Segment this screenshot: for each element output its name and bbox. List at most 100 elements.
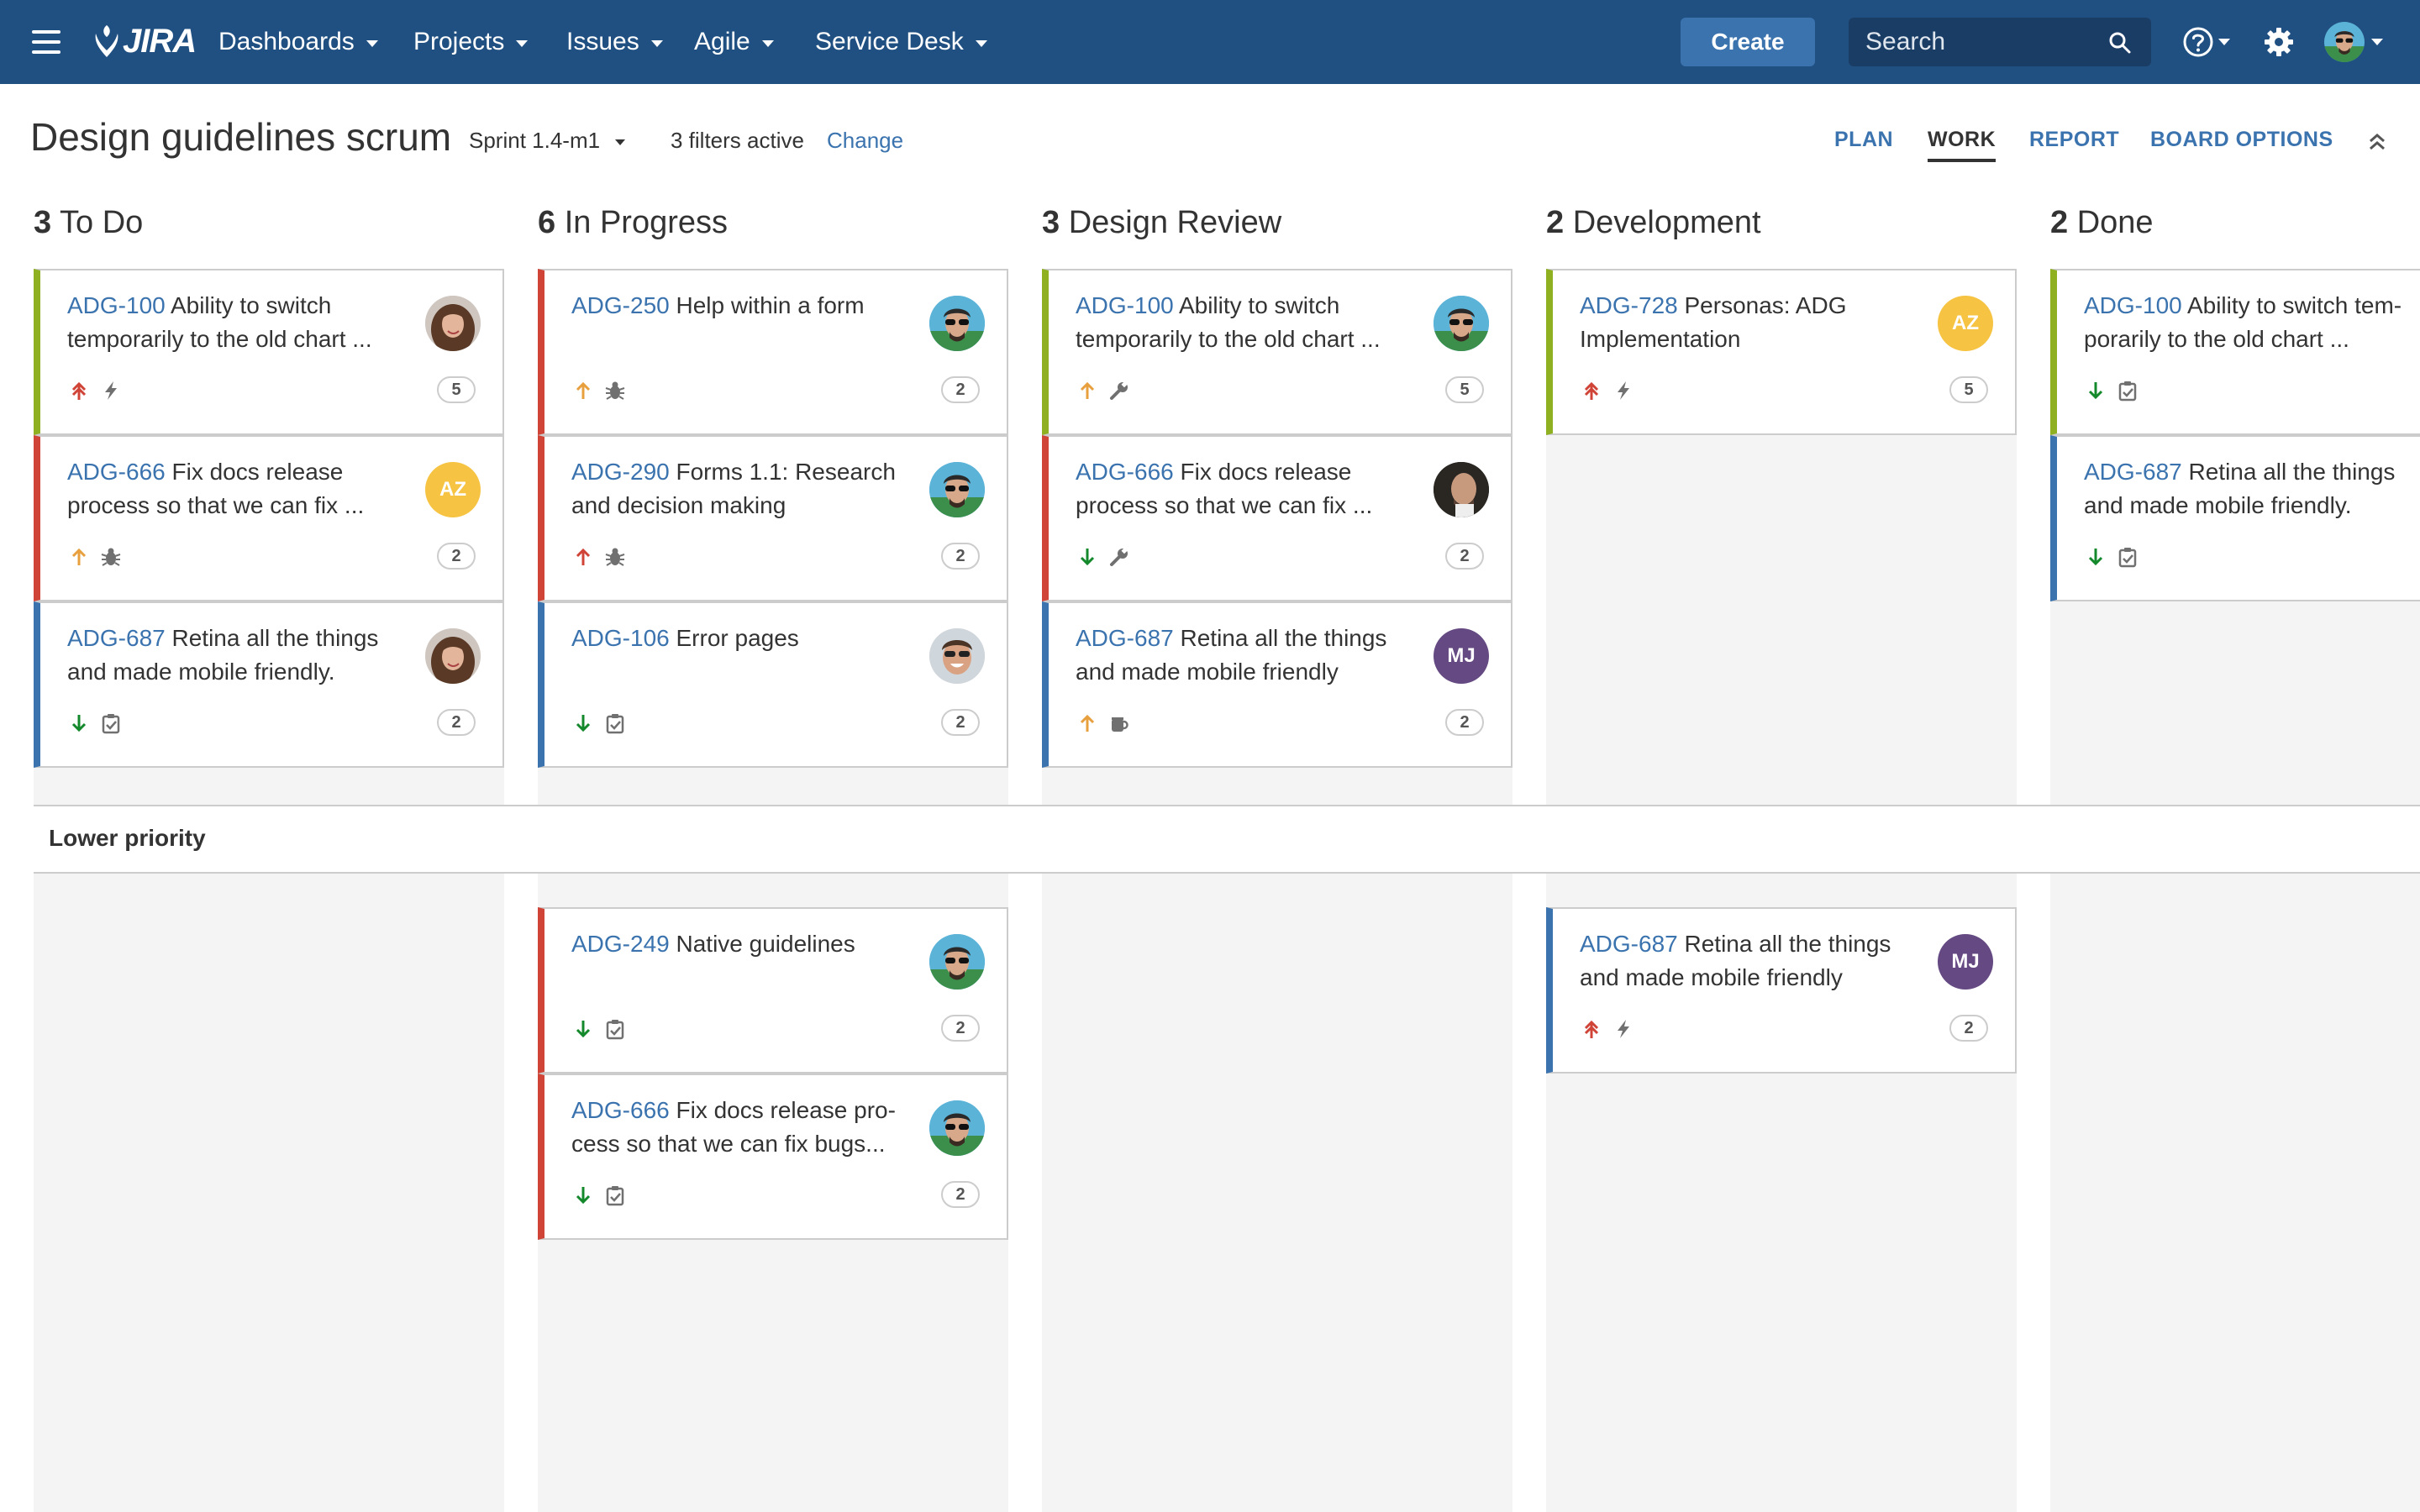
avatar-photo-man-sunglasses[interactable]	[929, 296, 985, 351]
jira-logo[interactable]: JIRA	[92, 20, 197, 62]
bug-icon	[605, 381, 625, 400]
issue-summary-text: ADG-250 Help within a form	[571, 289, 908, 323]
priority-low-icon	[2088, 549, 2103, 566]
avatar-photo-man-sunglasses[interactable]	[929, 462, 985, 517]
avatar-photo-man-sunglasses[interactable]	[929, 1100, 985, 1156]
lightning-icon	[1618, 1020, 1629, 1038]
chevron-down-icon[interactable]	[2371, 39, 2383, 45]
chevron-down-icon	[975, 40, 987, 47]
avatar-photo-man-smiling[interactable]	[929, 628, 985, 684]
gear-icon[interactable]	[2262, 25, 2296, 59]
issue-card[interactable]: ADG-687 Retina all the things and made m…	[2050, 435, 2420, 601]
issue-icons	[571, 1183, 635, 1208]
avatar-initials-az[interactable]: AZ	[425, 462, 481, 517]
tab-report[interactable]: REPORT	[2029, 128, 2119, 152]
story-points-badge: 2	[1445, 709, 1484, 736]
lightning-icon	[1618, 381, 1629, 400]
column-count: 3	[34, 205, 52, 240]
issue-summary-text: ADG-728 Personas: ADG Implementation	[1580, 289, 1916, 356]
menu-icon[interactable]	[32, 30, 60, 54]
user-avatar[interactable]	[2324, 22, 2365, 62]
avatar-initials-mj[interactable]: MJ	[1434, 628, 1489, 684]
issue-key-link[interactable]: ADG-687	[1580, 931, 1678, 957]
story-points-badge: 2	[941, 1181, 980, 1208]
issue-key-link[interactable]: ADG-106	[571, 625, 670, 651]
issue-card[interactable]: ADG-106 Error pages 2	[538, 601, 1008, 768]
issue-key-link[interactable]: ADG-666	[1076, 459, 1174, 485]
issue-card[interactable]: ADG-687 Retina all the things and made m…	[34, 601, 504, 768]
search-input[interactable]	[1849, 18, 2101, 66]
issue-summary-text: ADG-249 Native guidelines	[571, 927, 908, 961]
issue-card[interactable]: ADG-100 Ability to switch tem-porarily t…	[2050, 269, 2420, 435]
column-count: 3	[1042, 205, 1060, 240]
nav-issues[interactable]: Issues	[566, 24, 663, 60]
issue-summary: Error pages	[669, 625, 799, 651]
issue-icons	[67, 544, 131, 570]
column-header-done: 2 Done	[2050, 205, 2154, 241]
issue-key-link[interactable]: ADG-728	[1580, 292, 1678, 318]
issue-card[interactable]: ADG-100 Ability to switch temporarily to…	[34, 269, 504, 435]
tab-board-options[interactable]: BOARD OPTIONS	[2150, 128, 2333, 152]
column-header-todo: 3 To Do	[34, 205, 143, 241]
help-icon[interactable]	[2181, 25, 2215, 59]
issue-icons	[1076, 544, 1139, 570]
issue-summary-text: ADG-290 Forms 1.1: Research and decision…	[571, 455, 908, 522]
user-avatar-photo	[2324, 22, 2365, 62]
search-icon[interactable]	[2107, 30, 2133, 55]
issue-key-link[interactable]: ADG-100	[67, 292, 166, 318]
issue-key-link[interactable]: ADG-249	[571, 931, 670, 957]
nav-service-desk[interactable]: Service Desk	[815, 24, 987, 60]
avatar-photo-woman[interactable]	[425, 628, 481, 684]
create-button[interactable]: Create	[1681, 18, 1815, 66]
issue-card[interactable]: ADG-666 Fix docs release process so that…	[34, 435, 504, 601]
issue-key-link[interactable]: ADG-250	[571, 292, 670, 318]
jira-logo-icon	[95, 25, 118, 57]
issue-key-link[interactable]: ADG-100	[1076, 292, 1174, 318]
task-icon	[102, 714, 120, 734]
collapse-icon[interactable]	[2366, 131, 2388, 153]
story-points-badge: 2	[941, 1015, 980, 1042]
bug-icon	[101, 548, 121, 566]
tab-plan[interactable]: PLAN	[1834, 128, 1893, 152]
change-filters-link[interactable]: Change	[827, 128, 903, 154]
avatar-photo-man-bald[interactable]	[1434, 462, 1489, 517]
issue-summary-text: ADG-666 Fix docs release pro-cess so tha…	[571, 1094, 908, 1161]
sprint-selector[interactable]: Sprint 1.4-m1	[469, 128, 626, 154]
nav-agile[interactable]: Agile	[694, 24, 774, 60]
issue-card[interactable]: ADG-290 Forms 1.1: Research and decision…	[538, 435, 1008, 601]
column-name: In Progress	[564, 205, 729, 240]
issue-key-link[interactable]: ADG-666	[571, 1097, 670, 1123]
issue-card[interactable]: ADG-728 Personas: ADG Implementation AZ 5	[1546, 269, 2017, 435]
avatar-initials-mj[interactable]: MJ	[1938, 934, 1993, 990]
issue-card[interactable]: ADG-687 Retina all the things and made m…	[1546, 907, 2017, 1074]
priority-high-icon	[71, 548, 87, 565]
issue-summary-text: ADG-666 Fix docs release process so that…	[1076, 455, 1412, 522]
issue-card[interactable]: ADG-666 Fix docs release pro-cess so tha…	[538, 1074, 1008, 1240]
avatar-photo-man-sunglasses[interactable]	[1434, 296, 1489, 351]
issue-key-link[interactable]: ADG-687	[1076, 625, 1174, 651]
issue-card[interactable]: ADG-100 Ability to switch temporarily to…	[1042, 269, 1512, 435]
issue-key-link[interactable]: ADG-687	[67, 625, 166, 651]
issue-key-link[interactable]: ADG-687	[2084, 459, 2182, 485]
issue-icons	[571, 1016, 635, 1042]
issue-card[interactable]: ADG-666 Fix docs release process so that…	[1042, 435, 1512, 601]
swimlane-header[interactable]	[34, 806, 2420, 874]
task-icon	[2118, 548, 2137, 568]
nav-projects[interactable]: Projects	[413, 24, 529, 60]
column-count: 2	[2050, 205, 2069, 240]
issue-key-link[interactable]: ADG-290	[571, 459, 670, 485]
chevron-down-icon	[650, 40, 663, 47]
nav-dashboards[interactable]: Dashboards	[218, 24, 378, 60]
avatar-photo-man-sunglasses[interactable]	[929, 934, 985, 990]
issue-key-link[interactable]: ADG-100	[2084, 292, 2182, 318]
tab-work[interactable]: WORK	[1928, 128, 1996, 162]
issue-card[interactable]: ADG-687 Retina all the things and made m…	[1042, 601, 1512, 768]
issue-card[interactable]: ADG-250 Help within a form 2	[538, 269, 1008, 435]
issue-card[interactable]: ADG-249 Native guidelines 2	[538, 907, 1008, 1074]
avatar-initials-az[interactable]: AZ	[1938, 296, 1993, 351]
priority-low-icon	[71, 715, 87, 732]
chevron-down-icon[interactable]	[2218, 39, 2230, 45]
issue-key-link[interactable]: ADG-666	[67, 459, 166, 485]
priority-low-icon	[576, 1021, 591, 1038]
avatar-photo-woman[interactable]	[425, 296, 481, 351]
